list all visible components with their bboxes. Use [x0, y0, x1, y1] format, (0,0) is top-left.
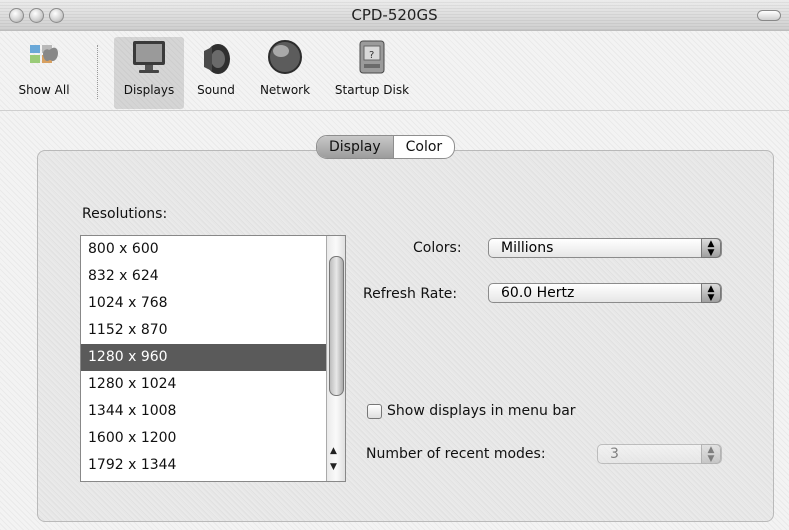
popup-arrows-icon: ▲ ▼ [701, 238, 721, 258]
toolbar-label-network: Network [259, 83, 311, 97]
resolution-item[interactable]: 1792 x 1344 [81, 452, 330, 479]
scroll-down-arrow-icon[interactable]: ▼ [330, 462, 337, 472]
toolbar-displays[interactable]: Displays [114, 37, 184, 109]
disk-icon: ? [352, 37, 392, 77]
show-displays-label[interactable]: Show displays in menu bar [387, 403, 576, 419]
resolution-item[interactable]: 1024 x 768 [81, 290, 330, 317]
svg-text:?: ? [369, 50, 374, 61]
apple-icon [24, 37, 64, 77]
resolutions-list[interactable]: 800 x 600 832 x 624 1024 x 768 1152 x 87… [80, 235, 346, 482]
resolutions-scrollbar[interactable]: ▲ ▼ [326, 236, 345, 481]
colors-label: Colors: [413, 240, 462, 256]
resolution-item[interactable]: 832 x 624 [81, 263, 330, 290]
title-bar[interactable]: CPD-520GS [0, 0, 789, 31]
toolbar-separator [97, 45, 98, 99]
scrollbar-thumb[interactable] [329, 256, 344, 396]
scroll-up-arrow-icon[interactable]: ▲ [330, 446, 337, 456]
toolbar-label-startup-disk: Startup Disk [334, 83, 410, 97]
toolbar-toggle-button[interactable] [757, 10, 781, 21]
recent-modes-label: Number of recent modes: [366, 446, 546, 462]
resolution-item[interactable]: 800 x 600 [81, 236, 330, 263]
resolutions-label: Resolutions: [82, 206, 168, 222]
speaker-icon [196, 37, 236, 77]
popup-arrows-icon: ▲ ▼ [701, 283, 721, 303]
refresh-rate-label: Refresh Rate: [363, 286, 458, 302]
toolbar-label-displays: Displays [123, 83, 175, 97]
colors-popup[interactable]: Millions ▲ ▼ [488, 238, 722, 258]
toolbar-startup-disk[interactable]: ? Startup Disk [326, 37, 418, 97]
globe-icon [265, 37, 305, 77]
toolbar-label-sound: Sound [197, 83, 235, 97]
toolbar-divider [0, 110, 789, 111]
show-displays-checkbox[interactable] [367, 404, 382, 419]
system-preferences-window: CPD-520GS Show All Displays Sound Networ… [0, 0, 789, 530]
resolution-item-selected[interactable]: 1280 x 960 [81, 344, 330, 371]
refresh-rate-popup[interactable]: 60.0 Hertz ▲ ▼ [488, 283, 722, 303]
resolution-item[interactable]: 1344 x 1008 [81, 398, 330, 425]
tab-display[interactable]: Display [317, 136, 393, 158]
toolbar-show-all[interactable]: Show All [8, 37, 80, 97]
window-title: CPD-520GS [351, 6, 438, 24]
tab-bar: Display Color [316, 135, 456, 159]
resolution-item[interactable]: 1600 x 1200 [81, 425, 330, 452]
recent-modes-popup[interactable]: 3 ▲ ▼ [597, 444, 722, 464]
toolbar-sound[interactable]: Sound [190, 37, 242, 97]
toolbar-network[interactable]: Network [251, 37, 319, 97]
tab-color[interactable]: Color [392, 136, 455, 158]
toolbar: Show All Displays Sound Network ? Startu… [0, 31, 789, 109]
recent-modes-value: 3 [610, 446, 619, 462]
popup-arrows-icon: ▲ ▼ [701, 444, 721, 464]
resolution-item[interactable]: 1280 x 1024 [81, 371, 330, 398]
refresh-rate-value: 60.0 Hertz [501, 285, 575, 301]
resolution-item[interactable]: 1152 x 870 [81, 317, 330, 344]
colors-value: Millions [501, 240, 554, 256]
toolbar-label-show-all: Show All [18, 83, 70, 97]
display-icon [129, 37, 169, 77]
